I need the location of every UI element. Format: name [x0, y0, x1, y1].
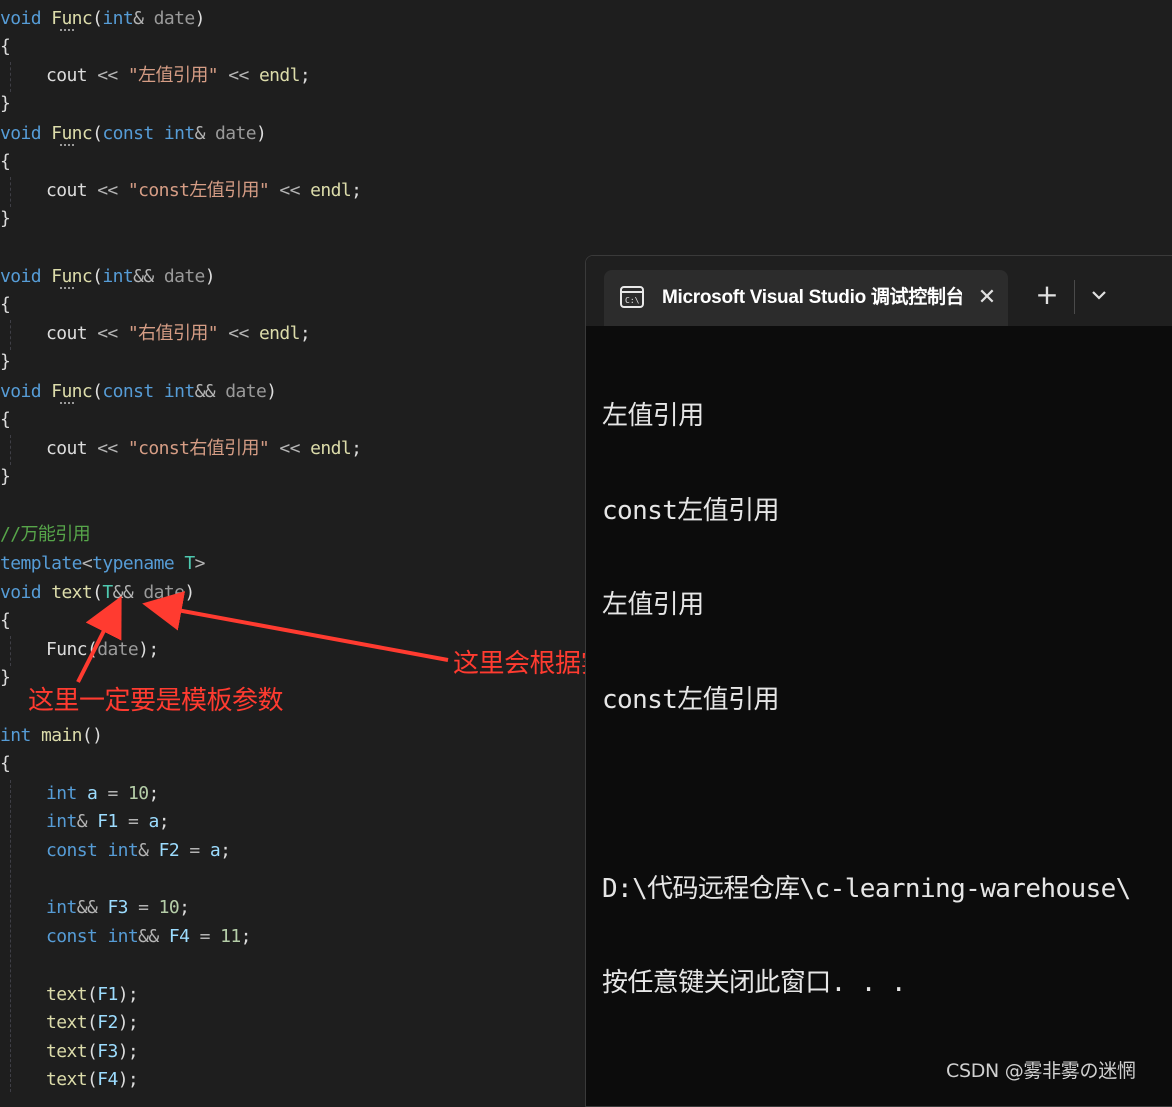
console-output[interactable]: 左值引用 const左值引用 左值引用 const左值引用 D:\代码远程仓库\… [602, 338, 1172, 1063]
arrow-to-template-param [76, 595, 122, 683]
close-icon[interactable]: ✕ [974, 285, 1000, 311]
chevron-down-icon[interactable] [1084, 280, 1114, 310]
watermark: CSDN @雾非雾の迷惘 [946, 1060, 1136, 1082]
annotation-template-param: 这里一定要是模板参数 [28, 686, 284, 716]
console-line: D:\代码远程仓库\c-learning-warehouse\ [602, 873, 1131, 904]
title-bar[interactable]: C:\ Microsoft Visual Studio 调试控制台 ✕ + [586, 256, 1172, 326]
console-icon: C:\ [620, 286, 644, 308]
console-tab[interactable]: C:\ Microsoft Visual Studio 调试控制台 ✕ [604, 270, 1008, 326]
console-line: 左值引用 [602, 590, 704, 620]
debug-console-window[interactable]: C:\ Microsoft Visual Studio 调试控制台 ✕ + 左值… [585, 255, 1172, 1107]
console-line: const左值引用 [602, 684, 779, 715]
console-line: 按任意键关闭此窗口. . . [602, 968, 906, 998]
plus-icon[interactable]: + [1032, 280, 1062, 310]
tab-title: Microsoft Visual Studio 调试控制台 [662, 287, 962, 308]
divider [1074, 280, 1075, 314]
console-line: 左值引用 [602, 401, 704, 431]
svg-text:C:\: C:\ [625, 296, 640, 305]
arrow-to-reference-type [142, 591, 449, 662]
console-line: const左值引用 [602, 495, 779, 526]
